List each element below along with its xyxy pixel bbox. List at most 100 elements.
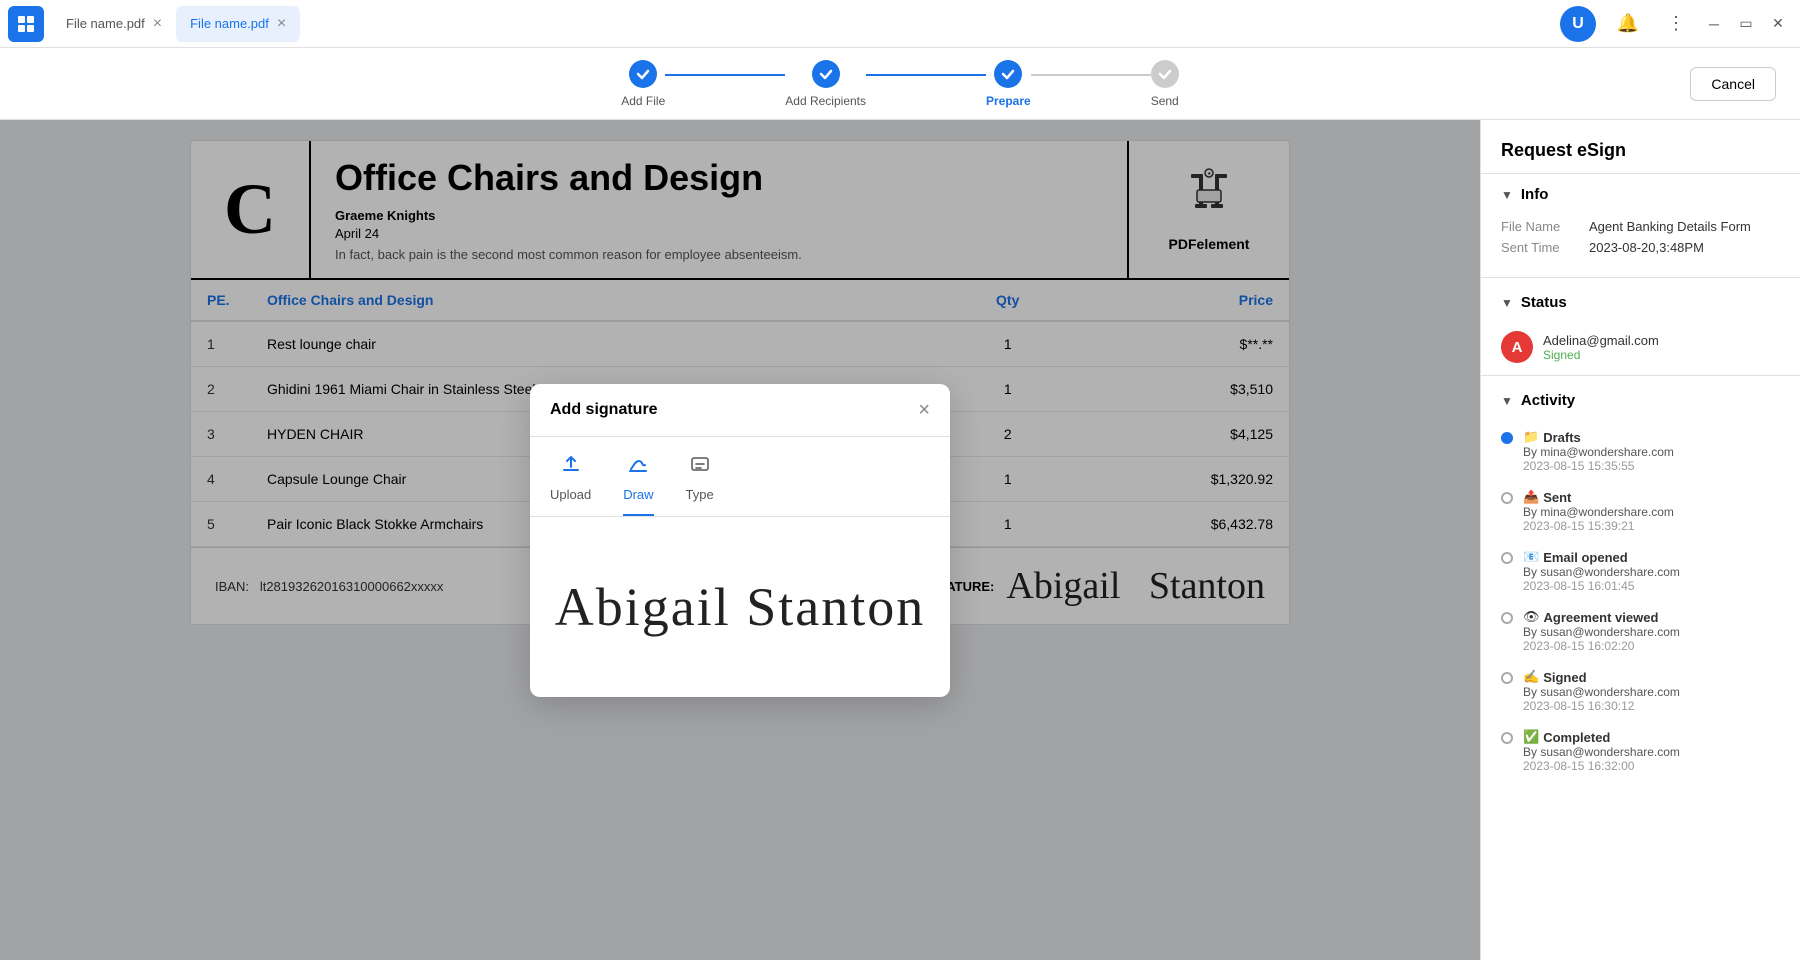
activity-dot-1 [1501,492,1513,504]
sent-time-row: Sent Time 2023-08-20,3:48PM [1501,240,1780,255]
step-line-3 [1031,74,1151,76]
document-area: C Office Chairs and Design Graeme Knight… [0,120,1480,960]
activity-by-1: By mina@wondershare.com [1523,505,1674,519]
file-name-label: File Name [1501,219,1581,234]
signature-preview: Abigail Stanton [555,576,925,638]
step-add-file: Add File [621,60,665,108]
type-icon [689,453,711,481]
add-signature-modal: Add signature × Upload [530,384,950,697]
activity-title-0: Drafts [1543,430,1581,445]
activity-dot-3 [1501,612,1513,624]
cancel-button[interactable]: Cancel [1690,67,1776,101]
modal-overlay: Add signature × Upload [0,120,1480,960]
activity-item-5: ✅ Completed By susan@wondershare.com 202… [1501,729,1780,773]
titlebar: File name.pdf × File name.pdf × U 🔔 ⋮ ─ … [0,0,1800,48]
step3-circle [994,60,1022,88]
tab1-label: File name.pdf [66,16,145,31]
activity-title-3: Agreement viewed [1544,610,1659,625]
activity-time-3: 2023-08-15 16:02:20 [1523,639,1680,653]
notification-icon[interactable]: 🔔 [1612,8,1644,40]
modal-header: Add signature × [530,384,950,437]
activity-section-label: Activity [1521,392,1575,409]
info-section-label: Info [1521,186,1549,203]
status-item-0: A Adelina@gmail.com Signed [1481,323,1800,371]
tab2-close[interactable]: × [277,16,286,32]
activity-time-5: 2023-08-15 16:32:00 [1523,759,1680,773]
activity-chevron-icon: ▼ [1501,394,1513,408]
step3-label: Prepare [986,94,1031,108]
modal-tab-type[interactable]: Type [686,453,714,516]
info-chevron-icon: ▼ [1501,188,1513,202]
step2-label: Add Recipients [785,94,866,108]
step-line-2 [866,74,986,76]
activity-by-0: By mina@wondershare.com [1523,445,1674,459]
status-signed: Signed [1543,348,1659,362]
activity-icon-2: 📧 [1523,549,1539,565]
step4-circle [1151,60,1179,88]
activity-item-0: 📁 Drafts By mina@wondershare.com 2023-08… [1501,429,1780,473]
status-section-label: Status [1521,294,1567,311]
step-add-recipients: Add Recipients [785,60,866,108]
status-info: Adelina@gmail.com Signed [1543,333,1659,362]
activity-icon-5: ✅ [1523,729,1539,745]
status-section-header[interactable]: ▼ Status [1481,282,1800,323]
activity-by-5: By susan@wondershare.com [1523,745,1680,759]
activity-dot-0 [1501,432,1513,444]
upload-tab-label: Upload [550,487,591,502]
maximize-button[interactable]: ▭ [1732,10,1760,38]
step-line-1 [665,74,785,76]
activity-content-5: ✅ Completed By susan@wondershare.com 202… [1523,729,1680,773]
info-section-header[interactable]: ▼ Info [1481,174,1800,215]
activity-icon-1: 📤 [1523,489,1539,505]
more-options-icon[interactable]: ⋮ [1660,8,1692,40]
tab-file1[interactable]: File name.pdf × [52,6,176,42]
activity-title-4: Signed [1543,670,1586,685]
activity-by-2: By susan@wondershare.com [1523,565,1680,579]
modal-tab-upload[interactable]: Upload [550,453,591,516]
info-section-content: File Name Agent Banking Details Form Sen… [1481,215,1800,273]
app-logo[interactable] [8,6,44,42]
draw-tab-label: Draw [623,487,653,502]
divider-1 [1481,277,1800,278]
tab2-label: File name.pdf [190,16,269,31]
activity-item-1: 📤 Sent By mina@wondershare.com 2023-08-1… [1501,489,1780,533]
status-chevron-icon: ▼ [1501,296,1513,310]
activity-dot-4 [1501,672,1513,684]
status-email: Adelina@gmail.com [1543,333,1659,348]
modal-title: Add signature [550,401,658,419]
stepper-bar: Add File Add Recipients Prepare Send Can… [0,48,1800,120]
activity-item-2: 📧 Email opened By susan@wondershare.com … [1501,549,1780,593]
activity-by-3: By susan@wondershare.com [1523,625,1680,639]
status-avatar: A [1501,331,1533,363]
activity-item-3: 👁 Agreement viewed By susan@wondershare.… [1501,609,1780,653]
activity-time-0: 2023-08-15 15:35:55 [1523,459,1674,473]
activity-list: 📁 Drafts By mina@wondershare.com 2023-08… [1481,421,1800,797]
modal-close-button[interactable]: × [918,400,930,420]
activity-dot-5 [1501,732,1513,744]
modal-body: Abigail Stanton [530,517,950,697]
step1-circle [629,60,657,88]
minimize-button[interactable]: ─ [1700,10,1728,38]
type-tab-label: Type [686,487,714,502]
activity-by-4: By susan@wondershare.com [1523,685,1680,699]
sent-time-value: 2023-08-20,3:48PM [1589,240,1780,255]
tab1-close[interactable]: × [153,16,162,32]
activity-icon-0: 📁 [1523,429,1539,445]
activity-section-header[interactable]: ▼ Activity [1481,380,1800,421]
activity-content-1: 📤 Sent By mina@wondershare.com 2023-08-1… [1523,489,1674,533]
step2-circle [812,60,840,88]
divider-2 [1481,375,1800,376]
tab-file2[interactable]: File name.pdf × [176,6,300,42]
user-avatar[interactable]: U [1560,6,1596,42]
modal-tabs: Upload Draw [530,437,950,517]
close-button[interactable]: ✕ [1764,10,1792,38]
activity-title-5: Completed [1543,730,1610,745]
activity-content-3: 👁 Agreement viewed By susan@wondershare.… [1523,609,1680,653]
panel-title: Request eSign [1481,120,1800,174]
activity-time-2: 2023-08-15 16:01:45 [1523,579,1680,593]
sent-time-label: Sent Time [1501,240,1581,255]
activity-item-4: ✍ Signed By susan@wondershare.com 2023-0… [1501,669,1780,713]
activity-content-4: ✍ Signed By susan@wondershare.com 2023-0… [1523,669,1680,713]
activity-title-1: Sent [1543,490,1571,505]
modal-tab-draw[interactable]: Draw [623,453,653,516]
